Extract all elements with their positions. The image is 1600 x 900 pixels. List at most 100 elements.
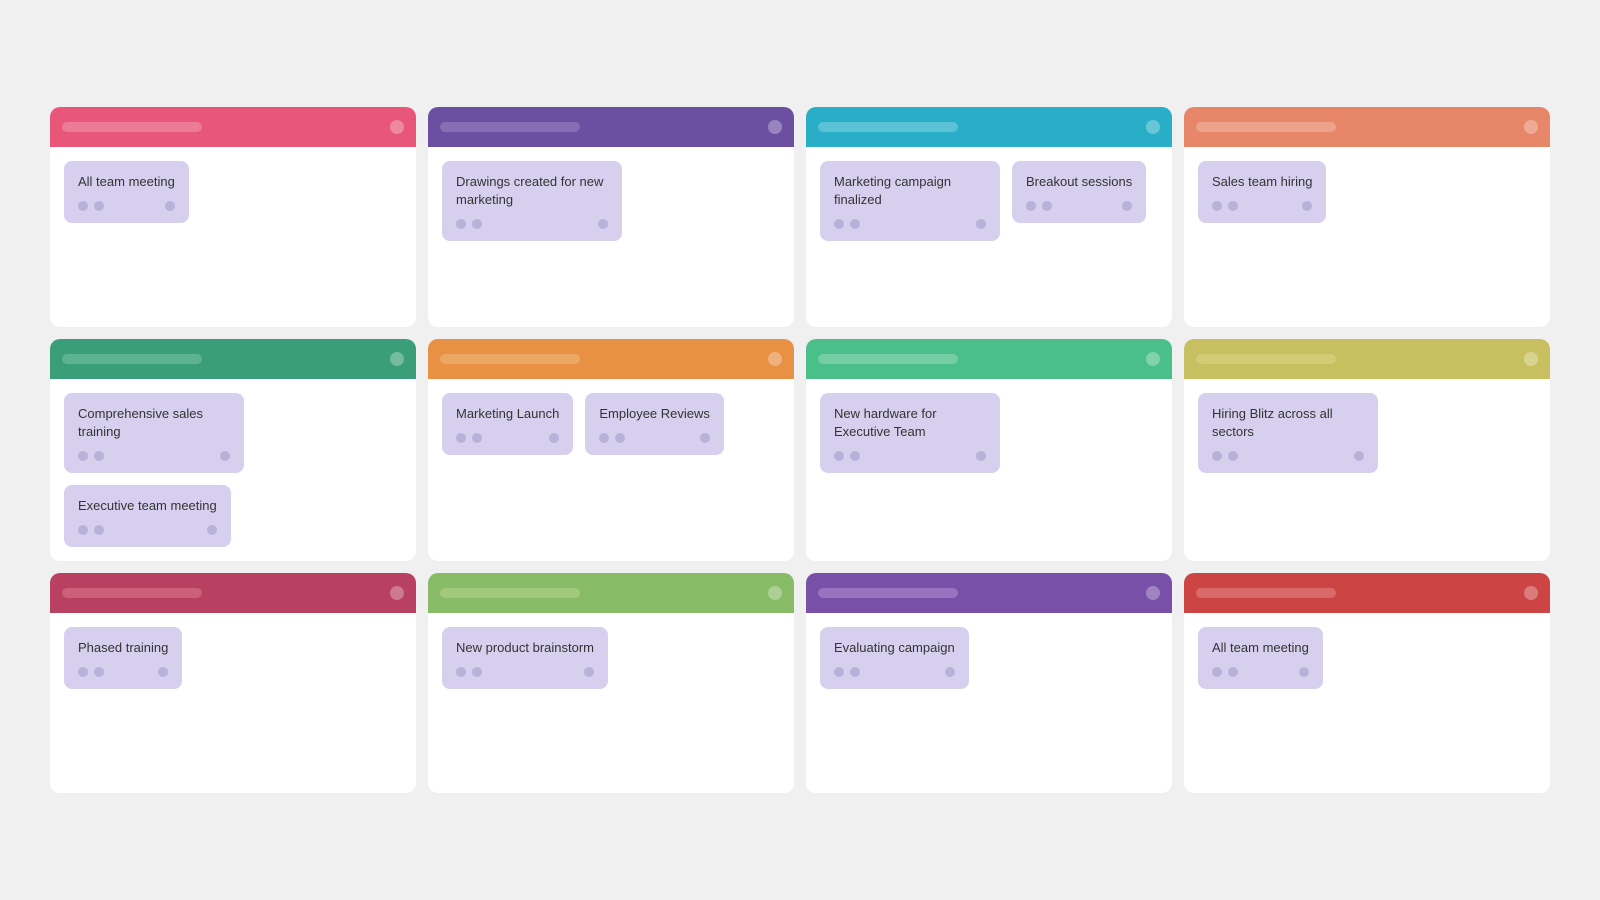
card-card-12[interactable]: Phased training: [64, 627, 182, 689]
panel-body-4: Sales team hiring: [1184, 147, 1550, 237]
card-dot: [472, 667, 482, 677]
panel-header-1: [50, 107, 416, 147]
card-card-6[interactable]: Comprehensive sales training: [64, 393, 244, 473]
board-panel-3: Marketing campaign finalized Breakout ses…: [806, 107, 1172, 327]
card-dot: [850, 219, 860, 229]
card-dot: [1042, 201, 1052, 211]
card-dot: [1212, 667, 1222, 677]
board-panel-10: New product brainstorm: [428, 573, 794, 793]
header-progress-bar: [440, 588, 580, 598]
panel-header-5: [50, 339, 416, 379]
panel-header-6: [428, 339, 794, 379]
panel-header-11: [806, 573, 1172, 613]
card-dot-right: [976, 451, 986, 461]
board-panel-12: All team meeting: [1184, 573, 1550, 793]
header-menu-dot[interactable]: [390, 352, 404, 366]
card-dot: [456, 433, 466, 443]
card-dot-right: [220, 451, 230, 461]
panel-body-6: Marketing Launch Employee Reviews: [428, 379, 794, 469]
panel-header-8: [1184, 339, 1550, 379]
card-dot: [850, 451, 860, 461]
header-menu-dot[interactable]: [1146, 120, 1160, 134]
card-dot: [1228, 667, 1238, 677]
board-panel-7: New hardware for Executive Team: [806, 339, 1172, 562]
card-dot-right: [207, 525, 217, 535]
board-panel-1: All team meeting: [50, 107, 416, 327]
card-dot: [94, 201, 104, 211]
panel-body-2: Drawings created for new marketing: [428, 147, 794, 255]
card-footer: [1212, 667, 1309, 677]
card-card-1[interactable]: All team meeting: [64, 161, 189, 223]
panel-header-10: [428, 573, 794, 613]
card-dot: [834, 451, 844, 461]
card-card-7[interactable]: Executive team meeting: [64, 485, 231, 547]
card-text: Employee Reviews: [599, 405, 710, 423]
card-card-15[interactable]: All team meeting: [1198, 627, 1323, 689]
card-card-14[interactable]: Evaluating campaign: [820, 627, 969, 689]
card-dot: [78, 525, 88, 535]
card-card-10[interactable]: New hardware for Executive Team: [820, 393, 1000, 473]
card-text: Evaluating campaign: [834, 639, 955, 657]
card-dot-right: [598, 219, 608, 229]
header-menu-dot[interactable]: [1524, 586, 1538, 600]
card-footer: [834, 667, 955, 677]
card-card-4[interactable]: Breakout sessions: [1012, 161, 1146, 223]
header-progress-bar: [440, 122, 580, 132]
card-dot: [472, 219, 482, 229]
card-text: Breakout sessions: [1026, 173, 1132, 191]
card-dot: [599, 433, 609, 443]
header-menu-dot[interactable]: [390, 120, 404, 134]
card-footer: [78, 525, 217, 535]
card-footer: [456, 219, 608, 229]
card-footer: [1212, 451, 1364, 461]
card-text: All team meeting: [78, 173, 175, 191]
card-dot: [1212, 451, 1222, 461]
panel-body-8: Hiring Blitz across all sectors: [1184, 379, 1550, 487]
card-dot-right: [976, 219, 986, 229]
card-dot-right: [158, 667, 168, 677]
card-dot: [1228, 451, 1238, 461]
board-panel-5: Comprehensive sales training Executive te…: [50, 339, 416, 562]
header-menu-dot[interactable]: [1524, 352, 1538, 366]
header-menu-dot[interactable]: [768, 120, 782, 134]
panel-body-1: All team meeting: [50, 147, 416, 237]
header-menu-dot[interactable]: [390, 586, 404, 600]
card-dot-right: [1299, 667, 1309, 677]
panel-header-3: [806, 107, 1172, 147]
header-progress-bar: [1196, 588, 1336, 598]
card-text: Sales team hiring: [1212, 173, 1312, 191]
card-card-5[interactable]: Sales team hiring: [1198, 161, 1326, 223]
card-card-13[interactable]: New product brainstorm: [442, 627, 608, 689]
header-menu-dot[interactable]: [768, 586, 782, 600]
card-card-9[interactable]: Employee Reviews: [585, 393, 724, 455]
card-footer: [78, 667, 168, 677]
card-footer: [78, 451, 230, 461]
card-dot: [1212, 201, 1222, 211]
card-footer: [78, 201, 175, 211]
header-menu-dot[interactable]: [1146, 352, 1160, 366]
card-text: Executive team meeting: [78, 497, 217, 515]
card-text: New product brainstorm: [456, 639, 594, 657]
card-card-8[interactable]: Marketing Launch: [442, 393, 573, 455]
card-text: Comprehensive sales training: [78, 405, 230, 441]
card-dot-right: [700, 433, 710, 443]
board-panel-11: Evaluating campaign: [806, 573, 1172, 793]
board-panel-4: Sales team hiring: [1184, 107, 1550, 327]
card-card-11[interactable]: Hiring Blitz across all sectors: [1198, 393, 1378, 473]
card-card-2[interactable]: Drawings created for new marketing: [442, 161, 622, 241]
header-menu-dot[interactable]: [1146, 586, 1160, 600]
header-progress-bar: [62, 588, 202, 598]
card-text: All team meeting: [1212, 639, 1309, 657]
card-dot: [850, 667, 860, 677]
header-menu-dot[interactable]: [1524, 120, 1538, 134]
panel-body-5: Comprehensive sales training Executive te…: [50, 379, 416, 562]
card-dot: [94, 667, 104, 677]
header-menu-dot[interactable]: [768, 352, 782, 366]
card-dot: [834, 667, 844, 677]
card-card-3[interactable]: Marketing campaign finalized: [820, 161, 1000, 241]
card-text: Phased training: [78, 639, 168, 657]
panel-body-11: Evaluating campaign: [806, 613, 1172, 703]
card-dot: [78, 201, 88, 211]
panel-body-7: New hardware for Executive Team: [806, 379, 1172, 487]
card-footer: [456, 667, 594, 677]
